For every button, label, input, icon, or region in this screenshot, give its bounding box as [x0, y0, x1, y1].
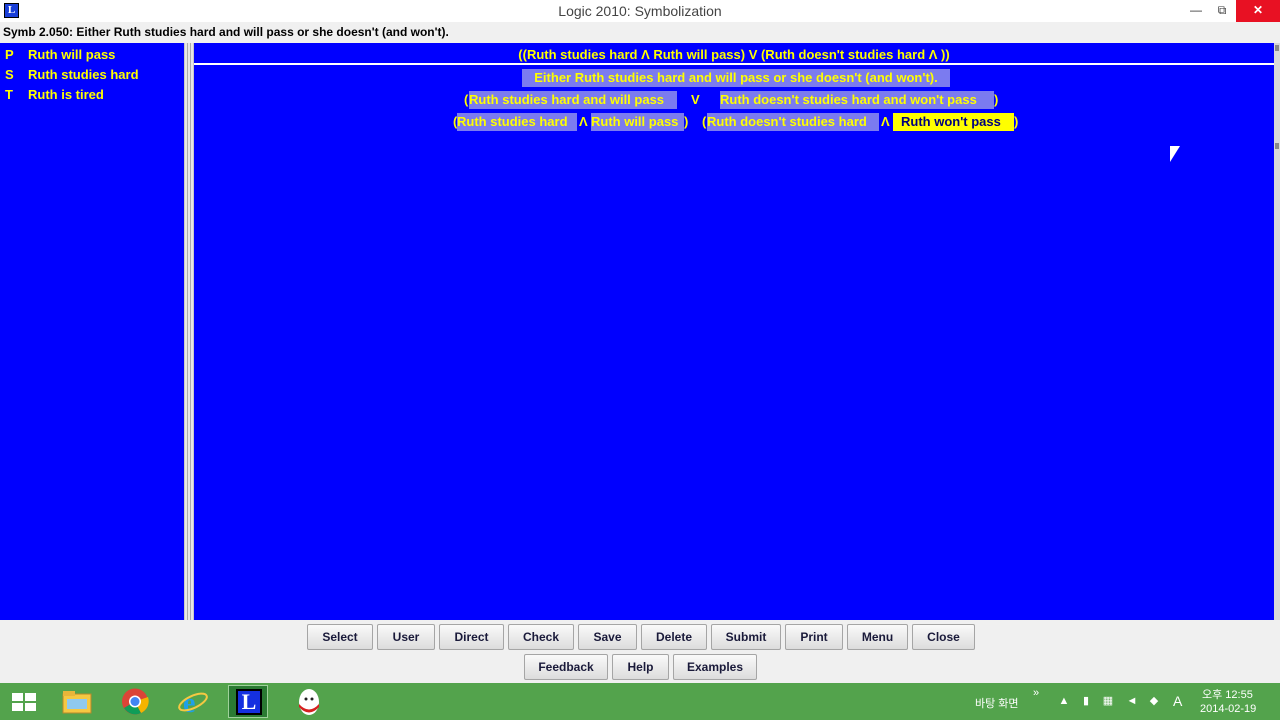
negated-node-s[interactable]: Ruth doesn't studies hard [707, 113, 879, 131]
tree-level-1: Either Ruth studies hard and will pass o… [194, 69, 1274, 87]
kinder-egg-icon[interactable] [289, 685, 329, 718]
close-window-button[interactable]: ✕ [1236, 0, 1280, 22]
file-explorer-icon[interactable] [60, 687, 94, 716]
sentence-node[interactable]: Either Ruth studies hard and will pass o… [522, 69, 950, 87]
formula-divider [194, 63, 1274, 65]
tree-level-2: ( Ruth studies hard and will pass V Ruth… [194, 91, 1274, 109]
clock-date[interactable]: 2014-02-19 [1200, 703, 1256, 715]
right-paren: ) [684, 114, 689, 129]
title-bar: L Logic 2010: Symbolization — ⧉ ✕ [0, 0, 1280, 22]
disjunction-operator: V [691, 92, 700, 107]
mouse-cursor-icon [1170, 146, 1180, 162]
desktop-label[interactable]: 바탕 화면 [975, 695, 1019, 711]
logic-app-taskbar-icon[interactable]: L [228, 685, 268, 718]
user-button[interactable]: User [377, 624, 435, 650]
left-paren: ( [464, 92, 469, 107]
taskbar: e L 바탕 화면 » ▲ ▮ ▦ ◄ ◆ A 오후 12:55 2014-02… [0, 683, 1280, 720]
window-title: Logic 2010: Symbolization [558, 3, 722, 19]
problem-statement: Symb 2.050: Either Ruth studies hard and… [3, 25, 449, 39]
save-button[interactable]: Save [578, 624, 637, 650]
right-paren: ) [994, 92, 999, 107]
tree-level-3: ( Ruth studies hard Λ Ruth will pass ) (… [194, 113, 1274, 131]
menu-button[interactable]: Menu [847, 624, 908, 650]
left-paren: ( [702, 114, 707, 129]
security-icon[interactable]: ◆ [1148, 695, 1160, 707]
vertical-scrollbar[interactable] [1274, 43, 1280, 620]
feedback-button[interactable]: Feedback [524, 654, 608, 680]
right-conjunct-node[interactable]: Ruth doesn't studies hard and won't pass [720, 91, 994, 109]
volume-mute-icon[interactable]: ◄ [1126, 695, 1138, 707]
examples-button[interactable]: Examples [673, 654, 757, 680]
toolbar-overflow[interactable]: » [1033, 687, 1039, 699]
svg-text:e: e [183, 688, 195, 717]
sentence-label: Ruth is tired [28, 87, 104, 102]
sentence-letter: S [5, 67, 14, 82]
conjunction-operator: Λ [881, 114, 890, 129]
show-hidden-icons-icon[interactable]: ▲ [1058, 695, 1070, 707]
close-button[interactable]: Close [912, 624, 975, 650]
conjunction-operator: Λ [579, 114, 588, 129]
left-conjunct-node[interactable]: Ruth studies hard and will pass [469, 91, 677, 109]
formula-display: ((Ruth studies hard Λ Ruth will pass) V … [518, 47, 950, 62]
submit-button[interactable]: Submit [711, 624, 781, 650]
sentence-label: Ruth will pass [28, 47, 116, 62]
sentence-letter-list: P Ruth will pass S Ruth studies hard T R… [0, 43, 184, 620]
start-icon[interactable] [12, 693, 38, 711]
atomic-node-p[interactable]: Ruth will pass [591, 113, 684, 131]
network-icon[interactable]: ▦ [1102, 695, 1114, 707]
minimize-button[interactable]: — [1184, 0, 1208, 22]
pane-splitter[interactable] [184, 43, 194, 620]
battery-icon[interactable]: ▮ [1080, 695, 1092, 707]
ime-indicator[interactable]: A [1173, 693, 1182, 709]
help-button[interactable]: Help [612, 654, 669, 680]
sentence-letter: T [5, 87, 13, 102]
print-button[interactable]: Print [785, 624, 843, 650]
select-button[interactable]: Select [307, 624, 373, 650]
direct-button[interactable]: Direct [439, 624, 504, 650]
sentence-label: Ruth studies hard [28, 67, 139, 82]
delete-button[interactable]: Delete [641, 624, 707, 650]
sentence-letter: P [5, 47, 14, 62]
clock-time[interactable]: 오후 12:55 [1202, 686, 1253, 702]
chrome-icon[interactable] [117, 685, 153, 718]
check-button[interactable]: Check [508, 624, 574, 650]
internet-explorer-icon[interactable]: e [175, 686, 211, 719]
symbolization-panel: ((Ruth studies hard Λ Ruth will pass) V … [194, 43, 1274, 620]
right-paren: ) [1014, 114, 1019, 129]
restore-button[interactable]: ⧉ [1210, 0, 1234, 22]
selected-node-not-p[interactable]: Ruth won't pass [893, 113, 1014, 131]
logic-letter: L [236, 689, 262, 715]
atomic-node-s[interactable]: Ruth studies hard [457, 113, 577, 131]
